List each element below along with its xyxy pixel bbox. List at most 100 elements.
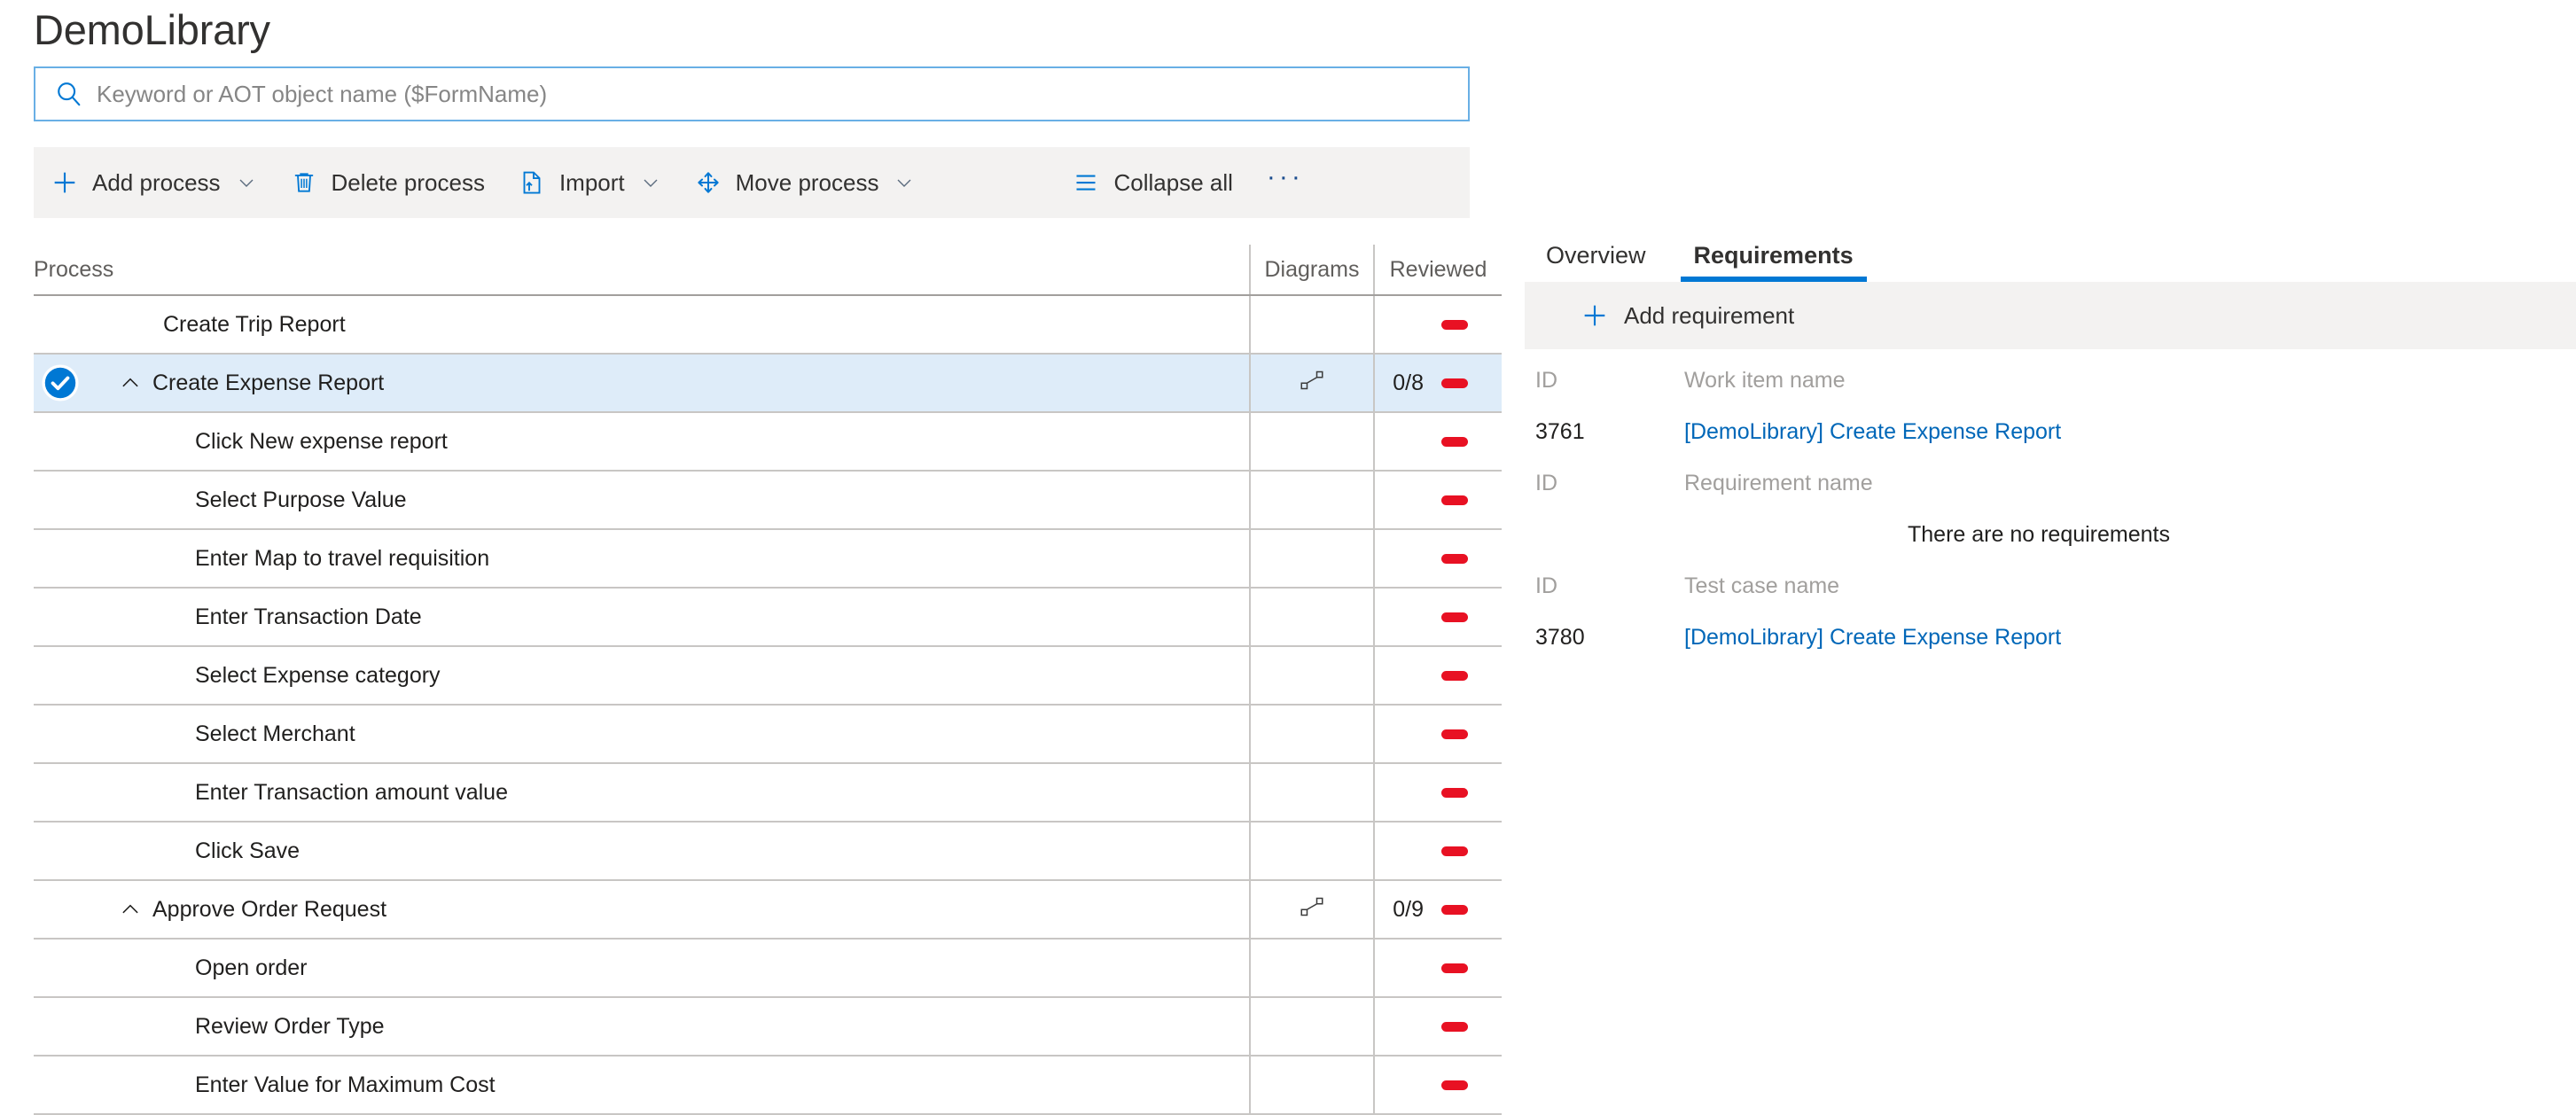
table-row[interactable]: Enter Map to travel requisition <box>34 529 1502 589</box>
chevron-down-icon[interactable] <box>236 172 257 193</box>
table-row[interactable]: Approve Order Request 0/9 <box>34 880 1502 940</box>
process-name-cell[interactable]: Enter Value for Maximum Cost <box>34 1056 1250 1115</box>
import-page-icon <box>517 168 547 198</box>
detail-item-id: 3780 <box>1535 624 1585 650</box>
column-header-reviewed[interactable]: Reviewed <box>1373 245 1502 296</box>
import-button[interactable]: Import <box>501 147 677 218</box>
process-name-cell[interactable]: Review Order Type <box>34 997 1250 1057</box>
search-box[interactable] <box>34 66 1470 121</box>
add-process-button[interactable]: Add process <box>34 147 273 218</box>
overflow-menu-button[interactable]: ··· <box>1249 164 1322 191</box>
table-row[interactable]: Enter Transaction Date <box>34 588 1502 647</box>
reviewed-cell[interactable]: 0/9 <box>1373 880 1502 940</box>
process-name-label: Click New expense report <box>195 428 448 454</box>
reviewed-cell[interactable] <box>1373 1056 1502 1115</box>
detail-item-link[interactable]: [DemoLibrary] Create Expense Report <box>1684 419 2061 445</box>
table-row[interactable]: Click Save <box>34 822 1502 881</box>
page-title: DemoLibrary <box>34 6 270 53</box>
column-header-diagrams[interactable]: Diagrams <box>1249 245 1374 296</box>
diagram-icon[interactable] <box>1299 370 1325 399</box>
process-name-cell[interactable]: Select Expense category <box>34 646 1250 706</box>
process-name-cell[interactable]: Approve Order Request <box>34 880 1250 940</box>
reviewed-cell[interactable] <box>1373 588 1502 647</box>
chevron-down-icon[interactable] <box>894 172 915 193</box>
diagram-cell <box>1249 646 1374 706</box>
tab-requirements[interactable]: Requirements <box>1680 242 1868 282</box>
list-item[interactable]: 3761 [DemoLibrary] Create Expense Report <box>1525 406 2576 457</box>
requirements-command-bar: Add requirement <box>1525 282 2576 349</box>
not-reviewed-status-icon <box>1441 378 1468 388</box>
table-row[interactable]: Review Order Type <box>34 997 1502 1057</box>
tab-overview[interactable]: Overview <box>1532 242 1660 282</box>
detail-name-header: Work item name <box>1684 367 1846 393</box>
not-reviewed-status-icon <box>1441 787 1468 798</box>
column-header-process[interactable]: Process <box>34 245 1250 296</box>
process-name-cell[interactable]: Open order <box>34 939 1250 998</box>
reviewed-cell[interactable] <box>1373 529 1502 589</box>
table-row[interactable]: Select Expense category <box>34 646 1502 706</box>
list-item[interactable]: 3780 [DemoLibrary] Create Expense Report <box>1525 612 2576 663</box>
not-reviewed-status-icon <box>1441 904 1468 915</box>
process-name-label: Enter Transaction amount value <box>195 779 508 805</box>
process-name-label: Create Trip Report <box>163 311 346 337</box>
process-name-cell[interactable]: Create Expense Report <box>34 354 1250 413</box>
table-row[interactable]: Select Purpose Value <box>34 471 1502 530</box>
table-row[interactable]: Create Trip Report <box>34 295 1502 355</box>
not-reviewed-status-icon <box>1441 963 1468 973</box>
table-row[interactable]: Enter Transaction amount value <box>34 763 1502 823</box>
add-requirement-button[interactable]: Add requirement <box>1624 302 1794 330</box>
reviewed-cell[interactable] <box>1373 412 1502 472</box>
process-name-cell[interactable]: Enter Transaction amount value <box>34 763 1250 823</box>
move-process-button[interactable]: Move process <box>677 147 932 218</box>
process-name-label: Select Purpose Value <box>195 487 407 512</box>
process-name-cell[interactable]: Select Merchant <box>34 705 1250 764</box>
reviewed-cell[interactable] <box>1373 939 1502 998</box>
detail-item-link[interactable]: [DemoLibrary] Create Expense Report <box>1684 625 2061 651</box>
diagram-cell[interactable] <box>1249 880 1374 940</box>
table-row[interactable]: Create Expense Report 0/8 <box>34 354 1502 413</box>
reviewed-cell[interactable] <box>1373 471 1502 530</box>
reviewed-cell[interactable] <box>1373 705 1502 764</box>
collapse-all-button[interactable]: Collapse all <box>1055 147 1248 218</box>
detail-section-header: ID Requirement name <box>1525 457 2576 509</box>
process-name-cell[interactable]: Enter Map to travel requisition <box>34 529 1250 589</box>
table-row[interactable]: Select Merchant <box>34 705 1502 764</box>
diagram-cell <box>1249 295 1374 355</box>
reviewed-cell[interactable] <box>1373 822 1502 881</box>
process-name-label: Select Expense category <box>195 662 441 688</box>
reviewed-cell[interactable] <box>1373 295 1502 355</box>
chevron-down-icon[interactable] <box>640 172 661 193</box>
reviewed-cell[interactable] <box>1373 763 1502 823</box>
chevron-up-icon[interactable] <box>119 898 142 921</box>
process-name-label: Enter Map to travel requisition <box>195 545 490 571</box>
detail-name-header: Requirement name <box>1684 470 1873 495</box>
not-reviewed-status-icon <box>1441 729 1468 739</box>
add-process-label: Add process <box>92 168 221 196</box>
process-name-label: Enter Transaction Date <box>195 604 422 629</box>
process-name-cell[interactable]: Click New expense report <box>34 412 1250 472</box>
table-row[interactable]: Open order <box>34 939 1502 998</box>
not-reviewed-status-icon <box>1441 1021 1468 1032</box>
row-selected-check-icon[interactable] <box>41 363 80 402</box>
process-name-cell[interactable]: Select Purpose Value <box>34 471 1250 530</box>
process-name-cell[interactable]: Enter Transaction Date <box>34 588 1250 647</box>
diagram-cell <box>1249 822 1374 881</box>
not-reviewed-status-icon <box>1441 495 1468 505</box>
not-reviewed-status-icon <box>1441 1080 1468 1090</box>
chevron-up-icon[interactable] <box>119 371 142 394</box>
table-row[interactable]: Enter Value for Maximum Cost <box>34 1056 1502 1115</box>
reviewed-cell[interactable] <box>1373 646 1502 706</box>
process-name-cell[interactable]: Click Save <box>34 822 1250 881</box>
reviewed-cell[interactable] <box>1373 997 1502 1057</box>
table-row[interactable]: Click New expense report <box>34 412 1502 472</box>
diagram-icon[interactable] <box>1299 897 1325 925</box>
process-name-cell[interactable]: Create Trip Report <box>34 295 1250 355</box>
collapse-all-label: Collapse all <box>1113 168 1233 196</box>
diagram-cell[interactable] <box>1249 354 1374 413</box>
detail-item-id: 3761 <box>1535 418 1585 444</box>
process-table-header: Process Diagrams Reviewed <box>34 245 1502 296</box>
delete-process-button[interactable]: Delete process <box>273 147 501 218</box>
reviewed-cell[interactable]: 0/8 <box>1373 354 1502 413</box>
process-name-label: Enter Value for Maximum Cost <box>195 1072 496 1097</box>
search-input[interactable] <box>97 76 1468 112</box>
